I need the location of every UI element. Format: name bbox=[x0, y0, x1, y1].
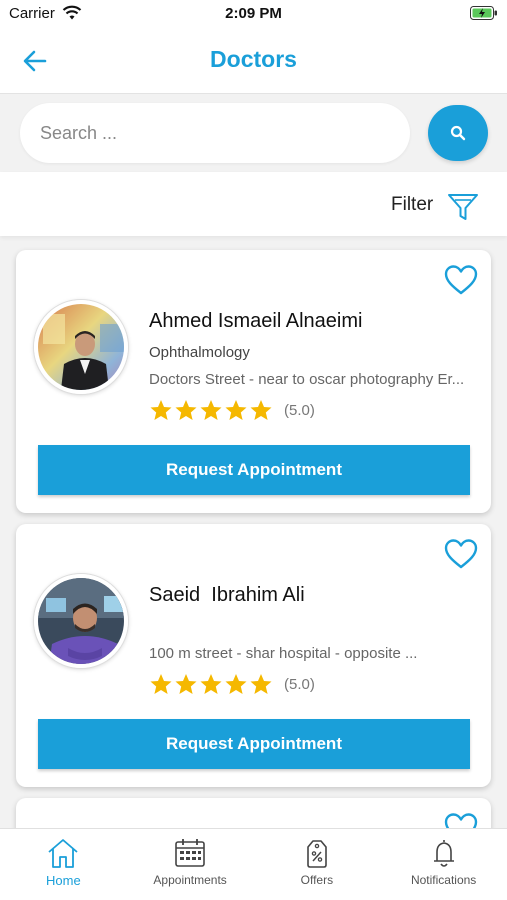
doctor-address: Doctors Street - near to oscar photograp… bbox=[149, 371, 465, 388]
home-icon bbox=[48, 839, 78, 868]
tab-appointments[interactable]: Appointments bbox=[127, 829, 254, 900]
tab-label: Appointments bbox=[153, 873, 227, 887]
tab-label: Home bbox=[46, 873, 81, 888]
favorite-heart-icon[interactable] bbox=[444, 264, 478, 296]
rating-value: (5.0) bbox=[284, 401, 315, 419]
status-bar: Carrier 2:09 PM bbox=[0, 0, 507, 28]
battery-charging-icon bbox=[470, 6, 497, 20]
star-icon bbox=[200, 674, 222, 694]
rating-value: (5.0) bbox=[284, 675, 315, 693]
star-icon bbox=[250, 674, 272, 694]
filter-bar: Filter bbox=[0, 172, 507, 236]
doctor-avatar bbox=[34, 300, 128, 394]
doctor-name: Ahmed Ismaeil Alnaeimi bbox=[149, 310, 363, 332]
favorite-heart-icon[interactable] bbox=[444, 538, 478, 570]
offers-tag-icon bbox=[307, 840, 327, 868]
filter-funnel-icon[interactable] bbox=[446, 190, 480, 224]
tab-label: Notifications bbox=[410, 873, 477, 887]
search-area bbox=[0, 95, 507, 170]
bottom-tab-bar: Home Appointments Offers Notifications bbox=[0, 828, 507, 900]
star-icon bbox=[225, 674, 247, 694]
doctor-specialty: Ophthalmology bbox=[149, 344, 250, 361]
status-time: 2:09 PM bbox=[225, 5, 282, 22]
star-icon bbox=[200, 400, 222, 420]
filter-label[interactable]: Filter bbox=[391, 194, 433, 216]
rating: (5.0) bbox=[149, 398, 315, 422]
doctor-name: Saeid Ibrahim Ali bbox=[149, 584, 305, 606]
doctor-avatar bbox=[34, 574, 128, 668]
calendar-icon bbox=[175, 839, 205, 867]
doctor-card: Saeid Ibrahim Ali 100 m street - shar ho… bbox=[16, 524, 491, 787]
rating: (5.0) bbox=[149, 672, 315, 696]
request-appointment-button[interactable]: Request Appointment bbox=[38, 445, 470, 495]
request-appointment-button[interactable]: Request Appointment bbox=[38, 719, 470, 769]
star-icon bbox=[250, 400, 272, 420]
bell-icon bbox=[433, 840, 454, 867]
search-button[interactable] bbox=[428, 105, 488, 161]
search-input[interactable] bbox=[20, 103, 410, 163]
star-icon bbox=[150, 400, 172, 420]
tab-offers[interactable]: Offers bbox=[254, 829, 381, 900]
tab-label: Offers bbox=[300, 873, 334, 887]
star-icon bbox=[175, 400, 197, 420]
page-title: Doctors bbox=[210, 46, 297, 72]
star-icon bbox=[175, 674, 197, 694]
tab-notifications[interactable]: Notifications bbox=[380, 829, 507, 900]
doctor-address: 100 m street - shar hospital - opposite … bbox=[149, 645, 418, 662]
doctor-photo bbox=[38, 304, 124, 390]
tab-home[interactable]: Home bbox=[0, 829, 127, 900]
doctor-card: Ahmed Ismaeil Alnaeimi Ophthalmology Doc… bbox=[16, 250, 491, 513]
star-icon bbox=[150, 674, 172, 694]
search-icon bbox=[450, 125, 466, 141]
doctor-photo bbox=[38, 578, 124, 664]
nav-bar: Doctors bbox=[0, 28, 507, 94]
star-icon bbox=[225, 400, 247, 420]
